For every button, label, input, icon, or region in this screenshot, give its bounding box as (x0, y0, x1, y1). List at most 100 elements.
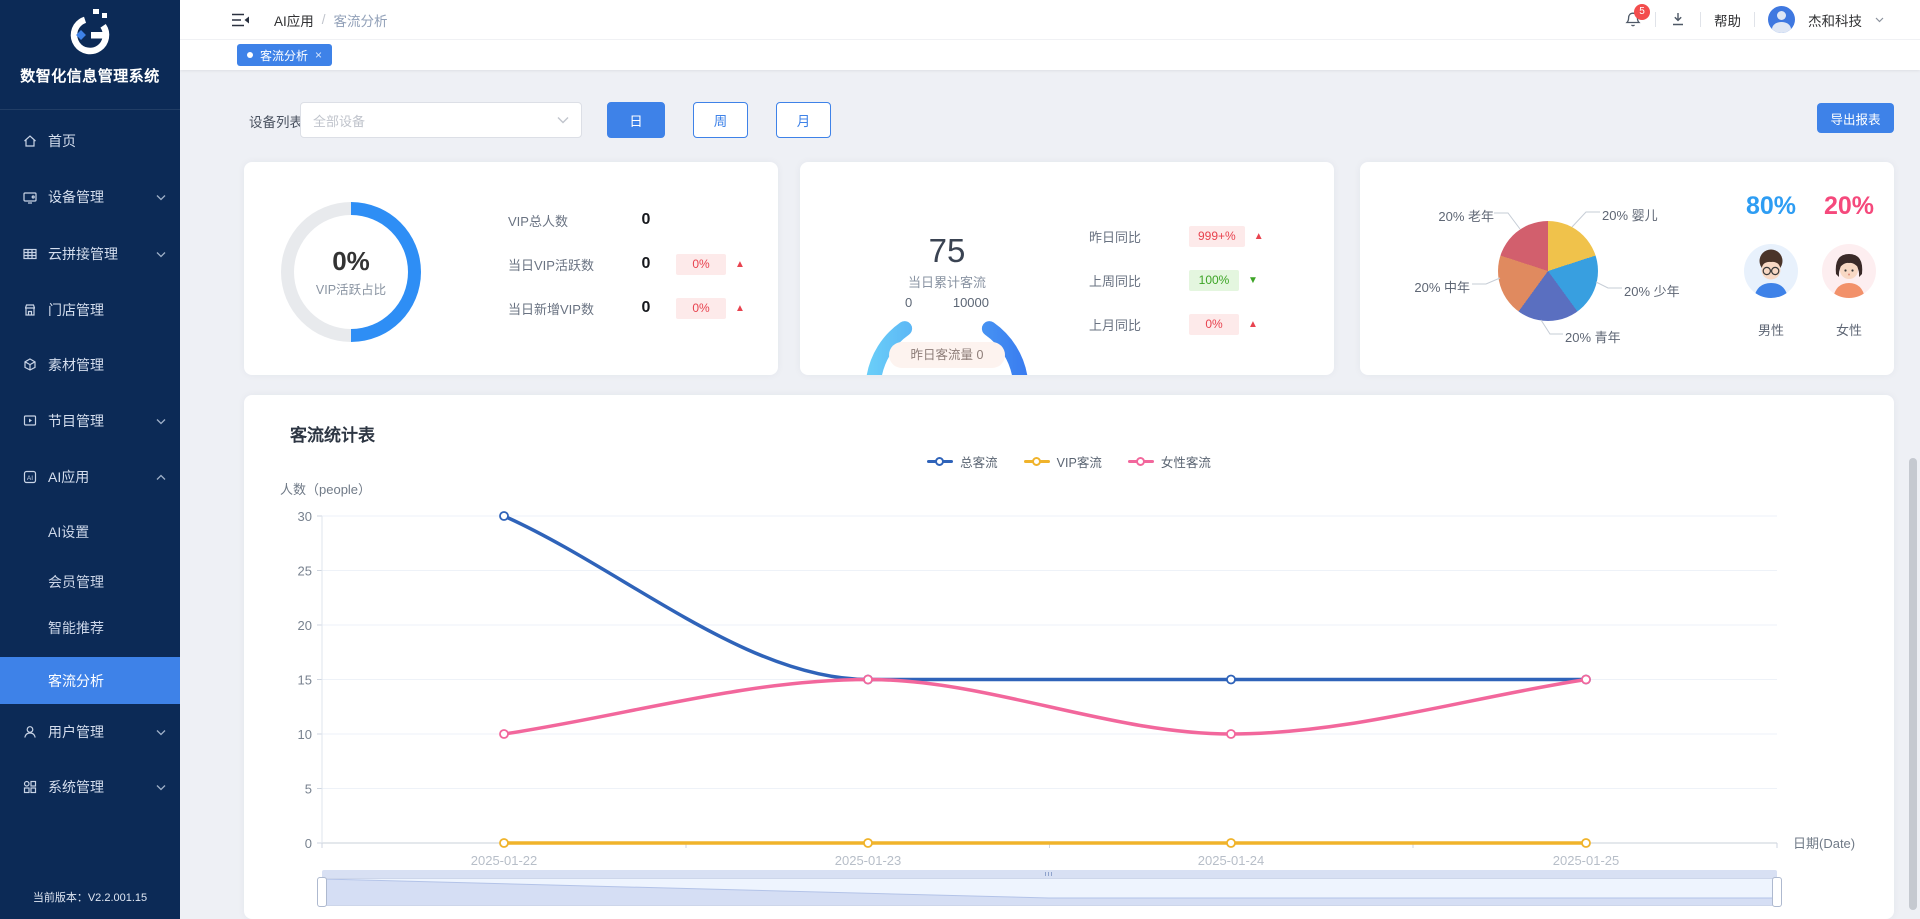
help-button[interactable]: 帮助 (1714, 10, 1741, 30)
datazoom-grip-icon (1045, 872, 1052, 876)
datazoom-left-handle[interactable] (317, 877, 327, 907)
device-select[interactable]: 全部设备 (300, 102, 582, 138)
version-label: 当前版本：V2.2.001.15 (0, 889, 180, 905)
svg-text:日期(Date): 日期(Date) (1793, 836, 1855, 851)
download-icon (1669, 11, 1687, 28)
home-icon (22, 133, 38, 149)
legend-label: 女性客流 (1161, 452, 1211, 471)
sidebar-item-ai[interactable]: AI AI应用 (0, 454, 180, 500)
tab-strip: 客流分析 × (180, 40, 1920, 70)
notification-badge: 5 (1634, 4, 1650, 20)
sidebar-item-smart-recommend[interactable]: 智能推荐 (0, 605, 180, 651)
sidebar-item-programs[interactable]: 节目管理 (0, 398, 180, 444)
download-button[interactable] (1669, 11, 1687, 28)
sidebar-collapse-icon[interactable] (232, 13, 250, 27)
topbar-actions: 5 帮助 杰和科技 (1624, 6, 1920, 33)
period-week-button[interactable]: 周 (693, 102, 748, 138)
svg-text:0: 0 (305, 836, 312, 851)
sidebar-item-label: 客流分析 (48, 671, 104, 691)
datazoom-panel[interactable] (322, 878, 1777, 906)
trend-badge: 100% (1189, 270, 1239, 291)
daily-traffic-label: 当日累计客流 (857, 272, 1037, 291)
trend-badge: 0% (676, 254, 726, 275)
trend-badge: 0% (1189, 314, 1239, 335)
legend-marker (1128, 460, 1154, 463)
chevron-down-icon (156, 251, 166, 258)
sidebar-item-stores[interactable]: 门店管理 (0, 287, 180, 333)
traffic-chart-card: 客流统计表 总客流 VIP客流 女性客流 0510152025302025-01-2… (244, 395, 1894, 919)
svg-text:AI: AI (27, 475, 33, 482)
tab-label: 客流分析 (260, 47, 308, 64)
breadcrumb-current: 客流分析 (334, 10, 388, 30)
export-report-button[interactable]: 导出报表 (1817, 103, 1894, 133)
trend-badge: 999+% (1189, 226, 1245, 247)
datazoom-right-handle[interactable] (1772, 877, 1782, 907)
legend-item[interactable]: VIP客流 (1024, 452, 1102, 471)
page-scrollbar-thumb[interactable] (1909, 458, 1917, 910)
chevron-up-icon (156, 474, 166, 481)
chevron-down-icon (156, 784, 166, 791)
top-bar: AI应用 / 客流分析 5 帮助 杰和科技 (180, 0, 1920, 40)
sidebar-item-label: 云拼接管理 (48, 244, 118, 264)
gauge-min: 0 (905, 295, 912, 310)
sidebar-item-splice[interactable]: 云拼接管理 (0, 231, 180, 277)
divider (1700, 12, 1701, 27)
stat-value: 0 (628, 211, 664, 229)
sidebar-item-label: 素材管理 (48, 355, 104, 375)
legend-item[interactable]: 总客流 (927, 452, 998, 471)
sidebar-item-label: 用户管理 (48, 722, 104, 742)
male-avatar (1744, 244, 1798, 298)
female-avatar (1822, 244, 1876, 298)
user-icon (22, 724, 38, 740)
breadcrumb-parent[interactable]: AI应用 (274, 10, 314, 30)
svg-text:25: 25 (298, 564, 312, 579)
stat-label: 当日VIP活跃数 (508, 255, 628, 274)
device-list-label: 设备列表 (249, 111, 303, 131)
vip-active-ratio-value: 0% (332, 246, 370, 277)
sidebar-item-home[interactable]: 首页 (0, 118, 180, 164)
sidebar-item-materials[interactable]: 素材管理 (0, 342, 180, 388)
svg-text:15: 15 (298, 673, 312, 688)
sidebar-item-label: 首页 (48, 131, 76, 151)
sidebar-item-ai-settings[interactable]: AI设置 (0, 509, 180, 555)
sidebar-item-label: 系统管理 (48, 777, 104, 797)
store-icon (22, 302, 38, 318)
stat-label: 当日新增VIP数 (508, 299, 628, 318)
notifications-button[interactable]: 5 (1624, 11, 1642, 29)
stat-label: VIP总人数 (508, 211, 628, 230)
account-name[interactable]: 杰和科技 (1808, 10, 1862, 30)
trend-down-icon: ▼ (1248, 275, 1258, 286)
user-avatar[interactable] (1768, 6, 1795, 33)
sidebar-item-members[interactable]: 会员管理 (0, 559, 180, 605)
app-logo: 数智化信息管理系统 (0, 0, 180, 110)
sidebar-item-users[interactable]: 用户管理 (0, 709, 180, 755)
traffic-line-chart: 0510152025302025-01-222025-01-232025-01-… (244, 395, 1894, 919)
sidebar-item-system[interactable]: 系统管理 (0, 764, 180, 810)
stat-value: 0 (628, 255, 664, 273)
tab-close-icon[interactable]: × (315, 48, 322, 62)
chart-title: 客流统计表 (290, 421, 375, 446)
device-select-placeholder: 全部设备 (313, 111, 365, 130)
legend-item[interactable]: 女性客流 (1128, 452, 1211, 471)
period-day-button[interactable]: 日 (607, 102, 665, 138)
grid-table-icon (22, 246, 38, 262)
female-percent: 20% (1822, 192, 1876, 221)
traffic-gauge-card: 75 当日累计客流 0 10000 昨日客流量 0 昨日同比 999+% ▲ 上… (800, 162, 1334, 375)
daily-traffic-value: 75 (857, 232, 1037, 270)
datazoom-preview (323, 879, 1776, 905)
sidebar-item-label: AI设置 (48, 522, 89, 542)
trend-up-icon: ▲ (1254, 231, 1264, 242)
svg-text:2025-01-23: 2025-01-23 (835, 853, 902, 868)
tab-traffic-analysis[interactable]: 客流分析 × (237, 44, 332, 66)
logo-icon (67, 8, 113, 58)
chart-datazoom[interactable] (322, 870, 1777, 906)
pie-label-youth: 20% 青年 (1565, 327, 1621, 346)
sidebar-item-traffic-analysis[interactable]: 客流分析 (0, 657, 180, 704)
datazoom-move-handle[interactable] (322, 870, 1777, 878)
svg-text:2025-01-22: 2025-01-22 (471, 853, 538, 868)
vip-donut-center: 0% VIP活跃占比 (281, 202, 421, 342)
sidebar-item-devices[interactable]: 设备管理 (0, 174, 180, 220)
stat-label: 昨日同比 (1089, 227, 1177, 246)
yoy-lastweek-row: 上周同比 100% ▼ (1089, 269, 1258, 291)
period-month-button[interactable]: 月 (776, 102, 831, 138)
